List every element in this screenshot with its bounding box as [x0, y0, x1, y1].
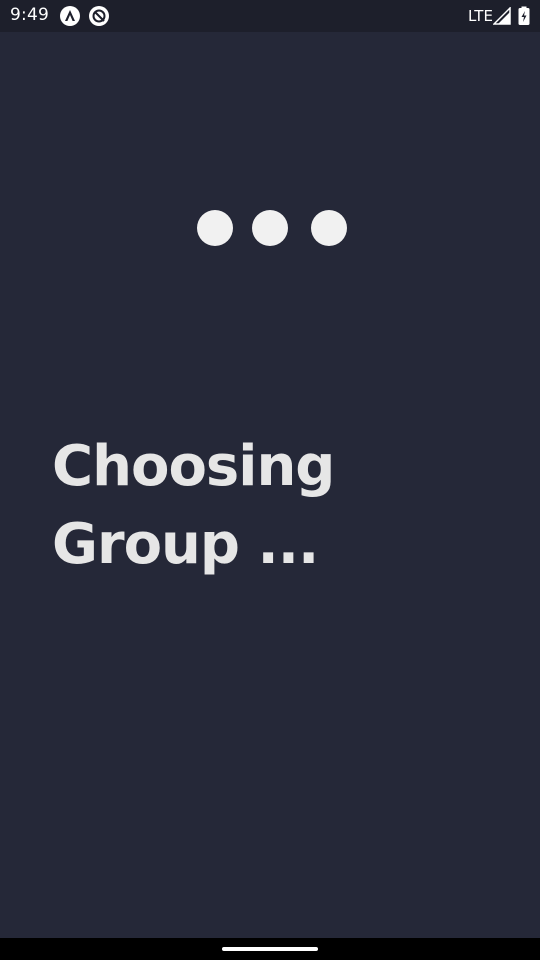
sync-notification-icon: [89, 6, 109, 26]
status-time: 9:49: [10, 5, 49, 25]
home-gesture-handle[interactable]: [222, 947, 318, 951]
loading-heading: Choosing Group ...: [52, 434, 335, 577]
navigation-bar: [0, 938, 540, 960]
loading-dot: [197, 210, 233, 246]
app-notification-icon: [60, 6, 80, 26]
screen: 9:49 LTE Choosing Group ...: [0, 0, 540, 960]
network-type: LTE: [468, 7, 493, 25]
signal-icon: [493, 7, 511, 25]
loading-dot: [311, 210, 347, 246]
status-bar: 9:49 LTE: [0, 0, 540, 32]
battery-icon: [518, 6, 530, 25]
loading-dot: [252, 210, 288, 246]
